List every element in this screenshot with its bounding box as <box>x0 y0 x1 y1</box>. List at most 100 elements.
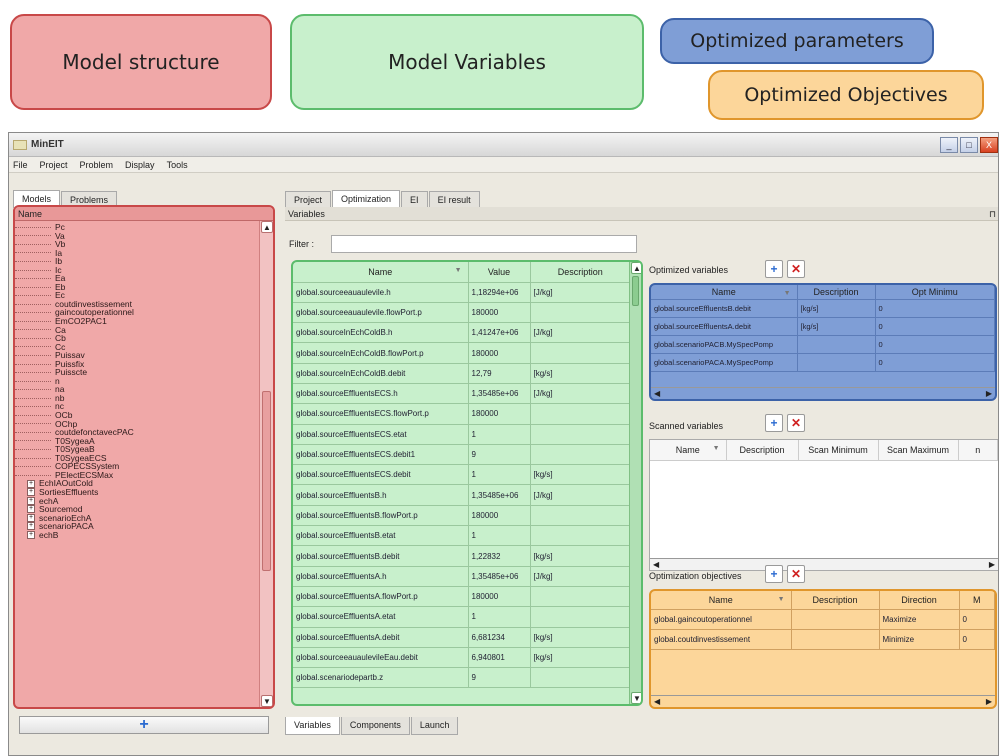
expand-icon[interactable]: + <box>27 488 35 497</box>
table-cell[interactable]: global.sourceEffluentsB.etat <box>293 525 469 547</box>
tab-project[interactable]: Project <box>285 191 332 207</box>
table-row[interactable]: global.sourceEffluentsB.flowPort.p 180000 <box>293 505 631 527</box>
tree-leaf[interactable]: Ib <box>15 257 259 266</box>
expand-icon[interactable]: + <box>27 505 35 514</box>
tree-leaf[interactable]: Ec <box>15 291 259 300</box>
table-cell[interactable]: 180000 <box>468 505 531 527</box>
table-cell[interactable] <box>797 335 876 354</box>
scroll-left-icon[interactable]: ◀ <box>654 389 660 398</box>
tree-leaf[interactable]: Eb <box>15 283 259 292</box>
table-cell[interactable]: [J/kg] <box>530 566 631 587</box>
table-row[interactable]: global.sourceeauaulevile.h 1,18294e+06 [J/… <box>293 282 631 303</box>
filter-input[interactable] <box>331 235 637 253</box>
table-cell[interactable]: 0 <box>875 353 995 372</box>
table-cell[interactable]: global.sourceEffluentsB.debit <box>293 545 469 567</box>
tree-leaf[interactable]: coutdinvestissement <box>15 300 259 309</box>
table-cell[interactable]: global.sourceInEchColdB.h <box>293 322 469 344</box>
table-row[interactable]: global.scenarioPACB.MySpecPomp 0 <box>651 335 995 354</box>
tree-leaf[interactable]: na <box>15 385 259 394</box>
table-cell[interactable]: 1 <box>468 606 531 628</box>
table-cell[interactable]: 0 <box>875 317 995 336</box>
tree-leaf[interactable]: EmCO2PAC1 <box>15 317 259 326</box>
pin-icon[interactable]: ⊓ <box>989 207 996 221</box>
table-cell[interactable] <box>530 403 631 425</box>
table-cell[interactable]: 180000 <box>468 302 531 324</box>
tree-group[interactable]: + echB <box>15 531 259 540</box>
tree-leaf[interactable]: OChp <box>15 420 259 429</box>
table-row[interactable]: global.gaincoutoperationnel Maximize 0 <box>651 609 995 630</box>
table-cell[interactable]: 9 <box>468 444 531 466</box>
table-cell[interactable] <box>791 609 880 630</box>
remove-optimized-variable-button[interactable]: ✕ <box>787 260 805 278</box>
col-description[interactable]: Description <box>530 262 631 283</box>
tree-leaf[interactable]: OCb <box>15 411 259 420</box>
table-row[interactable]: global.sourceeauaulevile.flowPort.p 18000… <box>293 302 631 324</box>
tree-leaf[interactable]: Puissav <box>15 351 259 360</box>
minimize-button[interactable]: _ <box>940 137 958 153</box>
col-description[interactable]: Description <box>797 285 876 300</box>
table-row[interactable]: global.sourceEffluentsB.etat 1 <box>293 525 631 547</box>
table-row[interactable]: global.sourceEffluentsECS.etat 1 <box>293 424 631 445</box>
expand-icon[interactable]: + <box>27 513 35 522</box>
scroll-right-icon[interactable]: ▶ <box>986 389 992 398</box>
table-cell[interactable]: 0 <box>875 299 995 318</box>
opt-horizontal-scrollbar[interactable]: ◀ ▶ <box>651 387 995 399</box>
tree-leaf[interactable]: n <box>15 377 259 386</box>
scroll-down-icon[interactable]: ▼ <box>261 695 273 707</box>
tree-leaf[interactable]: Puissfix <box>15 360 259 369</box>
table-cell[interactable]: global.sourceEffluentsA.etat <box>293 606 469 628</box>
table-cell[interactable]: global.sourceEffluentsECS.debit <box>293 464 469 486</box>
tree-leaf[interactable]: Ea <box>15 274 259 283</box>
col-name[interactable]: Name ▼ <box>650 440 727 461</box>
tree-leaf[interactable]: nb <box>15 394 259 403</box>
tree-leaf[interactable]: Ia <box>15 249 259 258</box>
col-description[interactable]: Description <box>726 440 799 461</box>
table-row[interactable]: global.sourceEffluentsA.debit [kg/s] 0 <box>651 317 995 336</box>
table-cell[interactable]: 6,681234 <box>468 627 531 648</box>
table-row[interactable]: global.sourceInEchColdB.debit 12,79 [kg/s] <box>293 363 631 384</box>
tree-leaf[interactable]: nc <box>15 402 259 411</box>
table-cell[interactable]: 9 <box>468 667 531 689</box>
col-value[interactable]: Value <box>468 262 531 283</box>
scroll-right-icon[interactable]: ▶ <box>989 560 995 569</box>
table-cell[interactable]: 1,35485e+06 <box>468 383 531 405</box>
table-cell[interactable]: global.sourceEffluentsECS.h <box>293 383 469 405</box>
tree-leaf[interactable]: coutdefonctavecPAC <box>15 428 259 437</box>
table-cell[interactable]: 1 <box>468 525 531 547</box>
scroll-left-icon[interactable]: ◀ <box>654 697 660 706</box>
tree-leaf[interactable]: Puisscte <box>15 368 259 377</box>
table-cell[interactable] <box>530 424 631 445</box>
scroll-up-icon[interactable]: ▲ <box>631 262 641 274</box>
table-cell[interactable]: Minimize <box>879 629 960 650</box>
table-cell[interactable]: [kg/s] <box>530 647 631 669</box>
table-cell[interactable]: 0 <box>959 609 995 630</box>
tab-optimization[interactable]: Optimization <box>332 190 401 208</box>
expand-icon[interactable]: + <box>27 530 35 539</box>
obj-horizontal-scrollbar[interactable]: ◀ ▶ <box>651 695 995 707</box>
tree-leaf[interactable]: Cc <box>15 343 259 352</box>
table-row[interactable]: global.scenariodepartb.z 9 <box>293 667 631 689</box>
tab-variables[interactable]: Variables <box>285 717 340 735</box>
table-cell[interactable]: global.sourceInEchColdB.flowPort.p <box>293 342 469 364</box>
table-cell[interactable] <box>530 302 631 324</box>
menu-file[interactable]: File <box>13 160 28 170</box>
table-row[interactable]: global.sourceInEchColdB.h 1,41247e+06 [J/k… <box>293 322 631 344</box>
col-scan-maximum[interactable]: Scan Maximum <box>878 440 959 461</box>
table-cell[interactable]: 180000 <box>468 403 531 425</box>
table-cell[interactable]: global.scenariodepartb.z <box>293 667 469 689</box>
add-objective-button[interactable]: + <box>765 565 783 583</box>
table-row[interactable]: global.coutdinvestissement Minimize 0 <box>651 629 995 650</box>
scroll-up-icon[interactable]: ▲ <box>261 221 273 233</box>
table-cell[interactable]: global.sourceEffluentsECS.etat <box>293 424 469 445</box>
table-cell[interactable] <box>530 586 631 608</box>
scroll-thumb[interactable] <box>632 276 639 306</box>
table-row[interactable]: global.sourceEffluentsA.h 1,35485e+06 [J/k… <box>293 566 631 587</box>
tree-leaf[interactable]: Pc <box>15 223 259 232</box>
table-row[interactable]: global.sourceEffluentsA.etat 1 <box>293 606 631 628</box>
variables-scrollbar[interactable]: ▲ ▼ <box>629 262 641 704</box>
table-row[interactable]: global.scenarioPACA.MySpecPomp 0 <box>651 353 995 372</box>
table-row[interactable]: global.sourceEffluentsB.debit 1,22832 [kg/… <box>293 545 631 567</box>
table-cell[interactable] <box>530 606 631 628</box>
tree-leaf[interactable]: COPECSSystem <box>15 462 259 471</box>
col-name[interactable]: Name ▼ <box>293 262 469 283</box>
